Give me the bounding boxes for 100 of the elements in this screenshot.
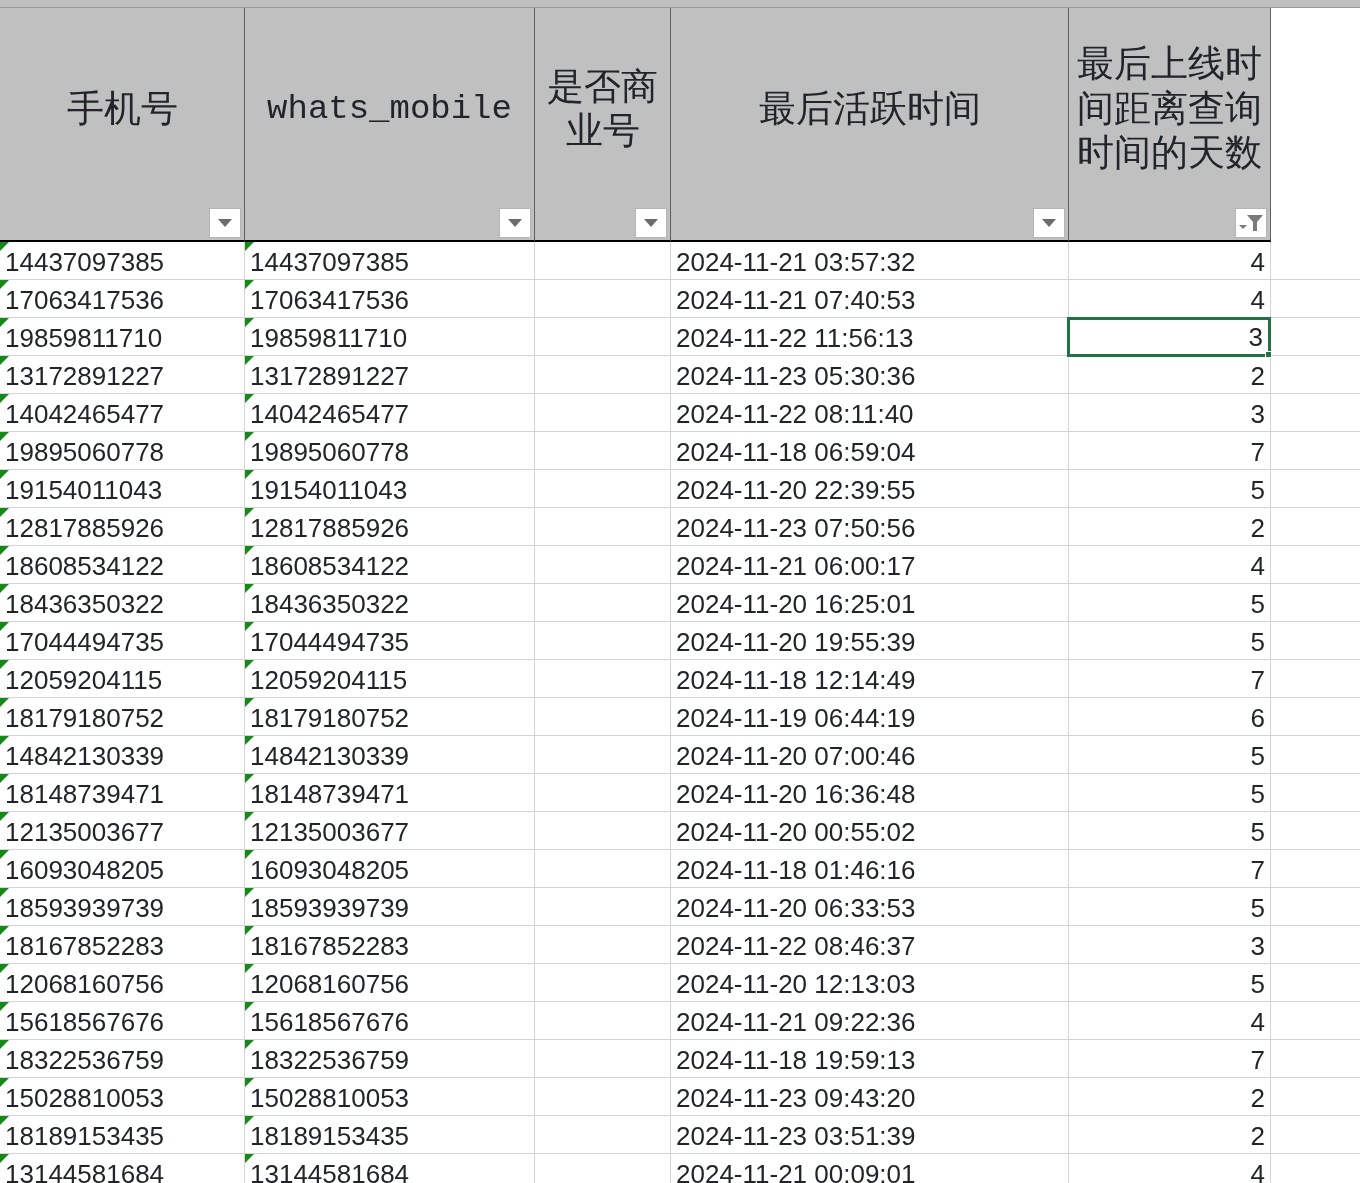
table-cell: 4 <box>1069 1154 1271 1183</box>
table-cell: 2024-11-20 12:13:03 <box>671 964 1069 1002</box>
selected-cell[interactable]: 3 <box>1067 317 1271 357</box>
table-cell: 2024-11-20 16:36:48 <box>671 774 1069 812</box>
table-cell: 5 <box>1069 774 1271 812</box>
filter-applied-button[interactable] <box>1235 208 1267 238</box>
table-cell: 2024-11-20 22:39:55 <box>671 470 1069 508</box>
table-cell: 2024-11-18 01:46:16 <box>671 850 1069 888</box>
table-cell: 3 <box>1069 394 1271 432</box>
table-cell: 2024-11-20 00:55:02 <box>671 812 1069 850</box>
table-cell: 4 <box>1069 546 1271 584</box>
table-cell: 2024-11-21 03:57:32 <box>671 242 1069 280</box>
table-cell: 15618567676 <box>245 1002 535 1040</box>
table-cell: 18189153435 <box>0 1116 245 1154</box>
table-cell: 5 <box>1069 584 1271 622</box>
table-cell: 12135003677 <box>245 812 535 850</box>
table-cell: 2024-11-21 07:40:53 <box>671 280 1069 318</box>
table-cell: 5 <box>1069 622 1271 660</box>
table-cell: 2024-11-23 09:43:20 <box>671 1078 1069 1116</box>
table-cell: 2024-11-18 06:59:04 <box>671 432 1069 470</box>
fill-handle[interactable] <box>1265 351 1272 358</box>
filter-dropdown-button[interactable] <box>1033 208 1065 238</box>
table-cell: 2024-11-18 19:59:13 <box>671 1040 1069 1078</box>
table-cell: 19895060778 <box>0 432 245 470</box>
table-cell: 18436350322 <box>245 584 535 622</box>
table-cell: 15618567676 <box>0 1002 245 1040</box>
header-label: 最后上线时间距离查询时间的天数 <box>1076 42 1263 176</box>
table-cell: 2024-11-23 03:51:39 <box>671 1116 1069 1154</box>
table-cell: 16093048205 <box>0 850 245 888</box>
table-cell: 12059204115 <box>0 660 245 698</box>
table-cell: 7 <box>1069 432 1271 470</box>
table-cell: 2 <box>1069 1116 1271 1154</box>
table-cell: 2 <box>1069 508 1271 546</box>
table-cell: 15028810053 <box>245 1078 535 1116</box>
header-label: 是否商业号 <box>546 64 659 154</box>
table-cell: 4 <box>1069 1002 1271 1040</box>
table-cell: 14842130339 <box>0 736 245 774</box>
table-cell: 18148739471 <box>245 774 535 812</box>
table-cell: 2024-11-22 08:11:40 <box>671 394 1069 432</box>
table-cell: 19859811710 <box>245 318 535 356</box>
table-cell: 2 <box>1069 1078 1271 1116</box>
table-cell: 2024-11-18 12:14:49 <box>671 660 1069 698</box>
table-cell: 3 <box>1069 926 1271 964</box>
table-cell: 12817885926 <box>245 508 535 546</box>
table-cell: 5 <box>1069 470 1271 508</box>
table-cell: 2024-11-19 06:44:19 <box>671 698 1069 736</box>
table-cell: 7 <box>1069 1040 1271 1078</box>
filter-dropdown-button[interactable] <box>499 208 531 238</box>
table-cell: 14437097385 <box>245 242 535 280</box>
filter-dropdown-button[interactable] <box>635 208 667 238</box>
header-label: 最后活跃时间 <box>758 86 981 132</box>
table-cell: 12068160756 <box>245 964 535 1002</box>
table-cell: 2024-11-21 09:22:36 <box>671 1002 1069 1040</box>
table-cell: 4 <box>1069 242 1271 280</box>
table-cell: 17063417536 <box>245 280 535 318</box>
table-cell: 18593939739 <box>0 888 245 926</box>
table-cell: 2024-11-20 16:25:01 <box>671 584 1069 622</box>
table-cell: 2024-11-21 00:09:01 <box>671 1154 1069 1183</box>
table-cell: 18436350322 <box>0 584 245 622</box>
table-cell: 17044494735 <box>245 622 535 660</box>
table-cell: 5 <box>1069 888 1271 926</box>
dropdown-arrow-icon <box>644 219 658 227</box>
table-cell: 18148739471 <box>0 774 245 812</box>
table-cell: 2024-11-23 05:30:36 <box>671 356 1069 394</box>
header-label: 手机号 <box>66 86 178 132</box>
table-cell: 5 <box>1069 812 1271 850</box>
table-cell: 18189153435 <box>245 1116 535 1154</box>
table-cell: 12817885926 <box>0 508 245 546</box>
table-cell: 17044494735 <box>0 622 245 660</box>
table-cell: 18179180752 <box>0 698 245 736</box>
table-cell: 14042465477 <box>0 394 245 432</box>
table-cell: 7 <box>1069 850 1271 888</box>
table-cell: 14042465477 <box>245 394 535 432</box>
filter-dropdown-button[interactable] <box>209 208 241 238</box>
table-cell: 2024-11-20 07:00:46 <box>671 736 1069 774</box>
table-cell: 7 <box>1069 660 1271 698</box>
table-cell: 2024-11-23 07:50:56 <box>671 508 1069 546</box>
table-cell: 12059204115 <box>245 660 535 698</box>
header-label: whats_mobile <box>267 88 512 130</box>
table-cell: 2 <box>1069 356 1271 394</box>
table-cell: 19154011043 <box>0 470 245 508</box>
filter-funnel-icon <box>1238 213 1264 233</box>
table-cell: 2024-11-22 08:46:37 <box>671 926 1069 964</box>
table-cell: 5 <box>1069 736 1271 774</box>
table-cell: 13172891227 <box>245 356 535 394</box>
table-cell: 2024-11-20 06:33:53 <box>671 888 1069 926</box>
table-cell: 15028810053 <box>0 1078 245 1116</box>
table-cell: 12068160756 <box>0 964 245 1002</box>
table-cell: 6 <box>1069 698 1271 736</box>
table-cell: 19154011043 <box>245 470 535 508</box>
table-cell: 13144581684 <box>245 1154 535 1183</box>
table-cell: 13172891227 <box>0 356 245 394</box>
table-cell: 2024-11-21 06:00:17 <box>671 546 1069 584</box>
table-cell: 18167852283 <box>245 926 535 964</box>
table-cell: 5 <box>1069 964 1271 1002</box>
table-cell: 16093048205 <box>245 850 535 888</box>
table-cell: 14842130339 <box>245 736 535 774</box>
dropdown-arrow-icon <box>1042 219 1056 227</box>
dropdown-arrow-icon <box>508 219 522 227</box>
table-cell: 2024-11-20 19:55:39 <box>671 622 1069 660</box>
